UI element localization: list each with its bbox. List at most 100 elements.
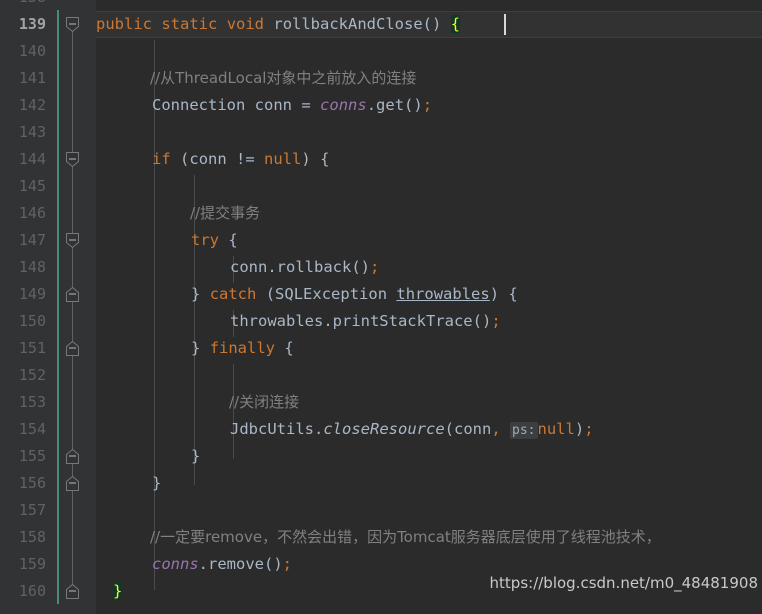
line-number-139[interactable]: 139 <box>0 11 46 38</box>
gutter-row-151: 151 <box>0 335 762 362</box>
line-number-143[interactable]: 143 <box>0 119 46 146</box>
fold-end-icon-155[interactable] <box>65 448 80 465</box>
line-number-151[interactable]: 151 <box>0 335 46 362</box>
parentheses: () <box>422 15 442 33</box>
gutter-row-145: 145 <box>0 173 762 200</box>
code-line-148[interactable]: conn.rollback(); <box>230 254 379 281</box>
gutter-row-147: 147 <box>0 227 762 254</box>
class-jdbcutils: JdbcUtils <box>230 420 314 438</box>
line-number-147[interactable]: 147 <box>0 227 46 254</box>
code-line-151[interactable]: } finally { <box>191 335 294 362</box>
line-number-154[interactable]: 154 <box>0 416 46 443</box>
semicolon: ; <box>584 420 594 438</box>
comment-commit-transaction: //提交事务 <box>190 204 261 222</box>
fold-collapse-icon-139[interactable] <box>65 16 80 33</box>
method-name-rollbackandclose: rollbackAndClose <box>273 15 423 33</box>
line-number-138[interactable]: 138 <box>0 0 46 11</box>
keyword-if: if <box>152 150 171 168</box>
close-paren: ) <box>489 285 500 303</box>
code-line-142[interactable]: Connection conn = conns.get(); <box>152 92 432 119</box>
fold-end-icon-156[interactable] <box>65 475 80 492</box>
line-number-148[interactable]: 148 <box>0 254 46 281</box>
matching-open-brace: { <box>450 15 461 33</box>
code-line-153[interactable]: //关闭连接 <box>229 389 299 416</box>
text-caret <box>504 14 506 35</box>
watermark-url: https://blog.csdn.net/m0_48481908 <box>489 574 758 592</box>
code-line-154[interactable]: JdbcUtils.closeResource(conn, ps: null); <box>230 416 594 443</box>
line-number-145[interactable]: 145 <box>0 173 46 200</box>
line-number-150[interactable]: 150 <box>0 308 46 335</box>
code-line-139[interactable]: public static void rollbackAndClose() { <box>96 11 461 38</box>
code-line-146[interactable]: //提交事务 <box>190 200 260 227</box>
open-brace: { <box>320 150 330 168</box>
open-brace: { <box>508 285 518 303</box>
keyword-static: static <box>161 15 218 33</box>
close-brace: } <box>191 285 201 303</box>
call-get: .get() <box>366 96 423 114</box>
line-number-142[interactable]: 142 <box>0 92 46 119</box>
parameter-name-hint-ps: ps: <box>510 422 538 439</box>
keyword-null: null <box>264 150 302 168</box>
code-line-144[interactable]: if (conn != null) { <box>152 146 329 173</box>
keyword-try: try <box>191 231 219 249</box>
comment-close-connection: //关闭连接 <box>229 393 300 411</box>
code-line-149[interactable]: } catch (SQLException throwables) { <box>191 281 518 308</box>
keyword-catch: catch <box>209 285 257 303</box>
comma: , <box>491 420 501 438</box>
fold-collapse-icon-144[interactable] <box>65 151 80 168</box>
gutter-row-143: 143 <box>0 119 762 146</box>
code-line-141[interactable]: //从ThreadLocal对象中之前放入的连接 <box>150 65 416 92</box>
gutter-row-148: 148 <box>0 254 762 281</box>
gutter-row-156: 156 <box>0 470 762 497</box>
line-number-144[interactable]: 144 <box>0 146 46 173</box>
vcs-change-marker[interactable] <box>57 10 59 604</box>
variable-conn: conn <box>254 96 292 114</box>
parentheses: () <box>472 312 492 330</box>
gutter-row-152: 152 <box>0 362 762 389</box>
parentheses: () <box>351 258 370 276</box>
semicolon: ; <box>422 96 433 114</box>
fold-region-line <box>72 22 73 592</box>
line-number-157[interactable]: 157 <box>0 497 46 524</box>
spellcheck-wavy-underline <box>396 299 489 303</box>
method-closeresource: closeResource <box>323 420 445 438</box>
gutter-row-140: 140 <box>0 38 762 65</box>
fold-end-icon-160[interactable] <box>65 583 80 600</box>
code-line-159[interactable]: conns.remove(); <box>152 551 292 578</box>
close-brace: } <box>152 474 162 492</box>
open-brace: { <box>284 339 294 357</box>
fold-collapse-icon-147[interactable] <box>65 232 80 249</box>
line-number-155[interactable]: 155 <box>0 443 46 470</box>
comment-remove-warning: //一定要remove，不然会出错，因为Tomcat服务器底层使用了线程池技术， <box>150 528 661 546</box>
close-paren: ) <box>301 150 311 168</box>
code-line-158[interactable]: //一定要remove，不然会出错，因为Tomcat服务器底层使用了线程池技术， <box>150 524 661 551</box>
line-number-158[interactable]: 158 <box>0 524 46 551</box>
gutter-row-144: 144 <box>0 146 762 173</box>
fold-end-icon-149[interactable] <box>65 286 80 303</box>
line-number-156[interactable]: 156 <box>0 470 46 497</box>
fold-end-icon-151[interactable] <box>65 340 80 357</box>
gutter-row-155: 155 <box>0 443 762 470</box>
code-line-156[interactable]: } <box>152 470 161 497</box>
line-number-149[interactable]: 149 <box>0 281 46 308</box>
line-number-153[interactable]: 153 <box>0 389 46 416</box>
keyword-null: null <box>537 420 575 438</box>
line-number-141[interactable]: 141 <box>0 65 46 92</box>
code-line-160[interactable]: } <box>113 578 123 605</box>
line-number-160[interactable]: 160 <box>0 578 46 605</box>
code-editor[interactable]: 1381391401411421431441451461471481491501… <box>0 0 762 614</box>
indent-guide <box>154 40 155 590</box>
line-number-152[interactable]: 152 <box>0 362 46 389</box>
gutter-row-146: 146 <box>0 200 762 227</box>
line-number-146[interactable]: 146 <box>0 200 46 227</box>
line-number-159[interactable]: 159 <box>0 551 46 578</box>
variable-conn: conn <box>189 150 227 168</box>
code-line-150[interactable]: throwables.printStackTrace(); <box>230 308 501 335</box>
call-conn-rollback: conn.rollback <box>230 258 352 276</box>
code-line-155[interactable]: } <box>191 443 200 470</box>
line-number-140[interactable]: 140 <box>0 38 46 65</box>
open-paren: ( <box>444 420 455 438</box>
keyword-finally: finally <box>209 339 276 357</box>
code-line-147[interactable]: try { <box>191 227 238 254</box>
semicolon: ; <box>491 312 501 330</box>
